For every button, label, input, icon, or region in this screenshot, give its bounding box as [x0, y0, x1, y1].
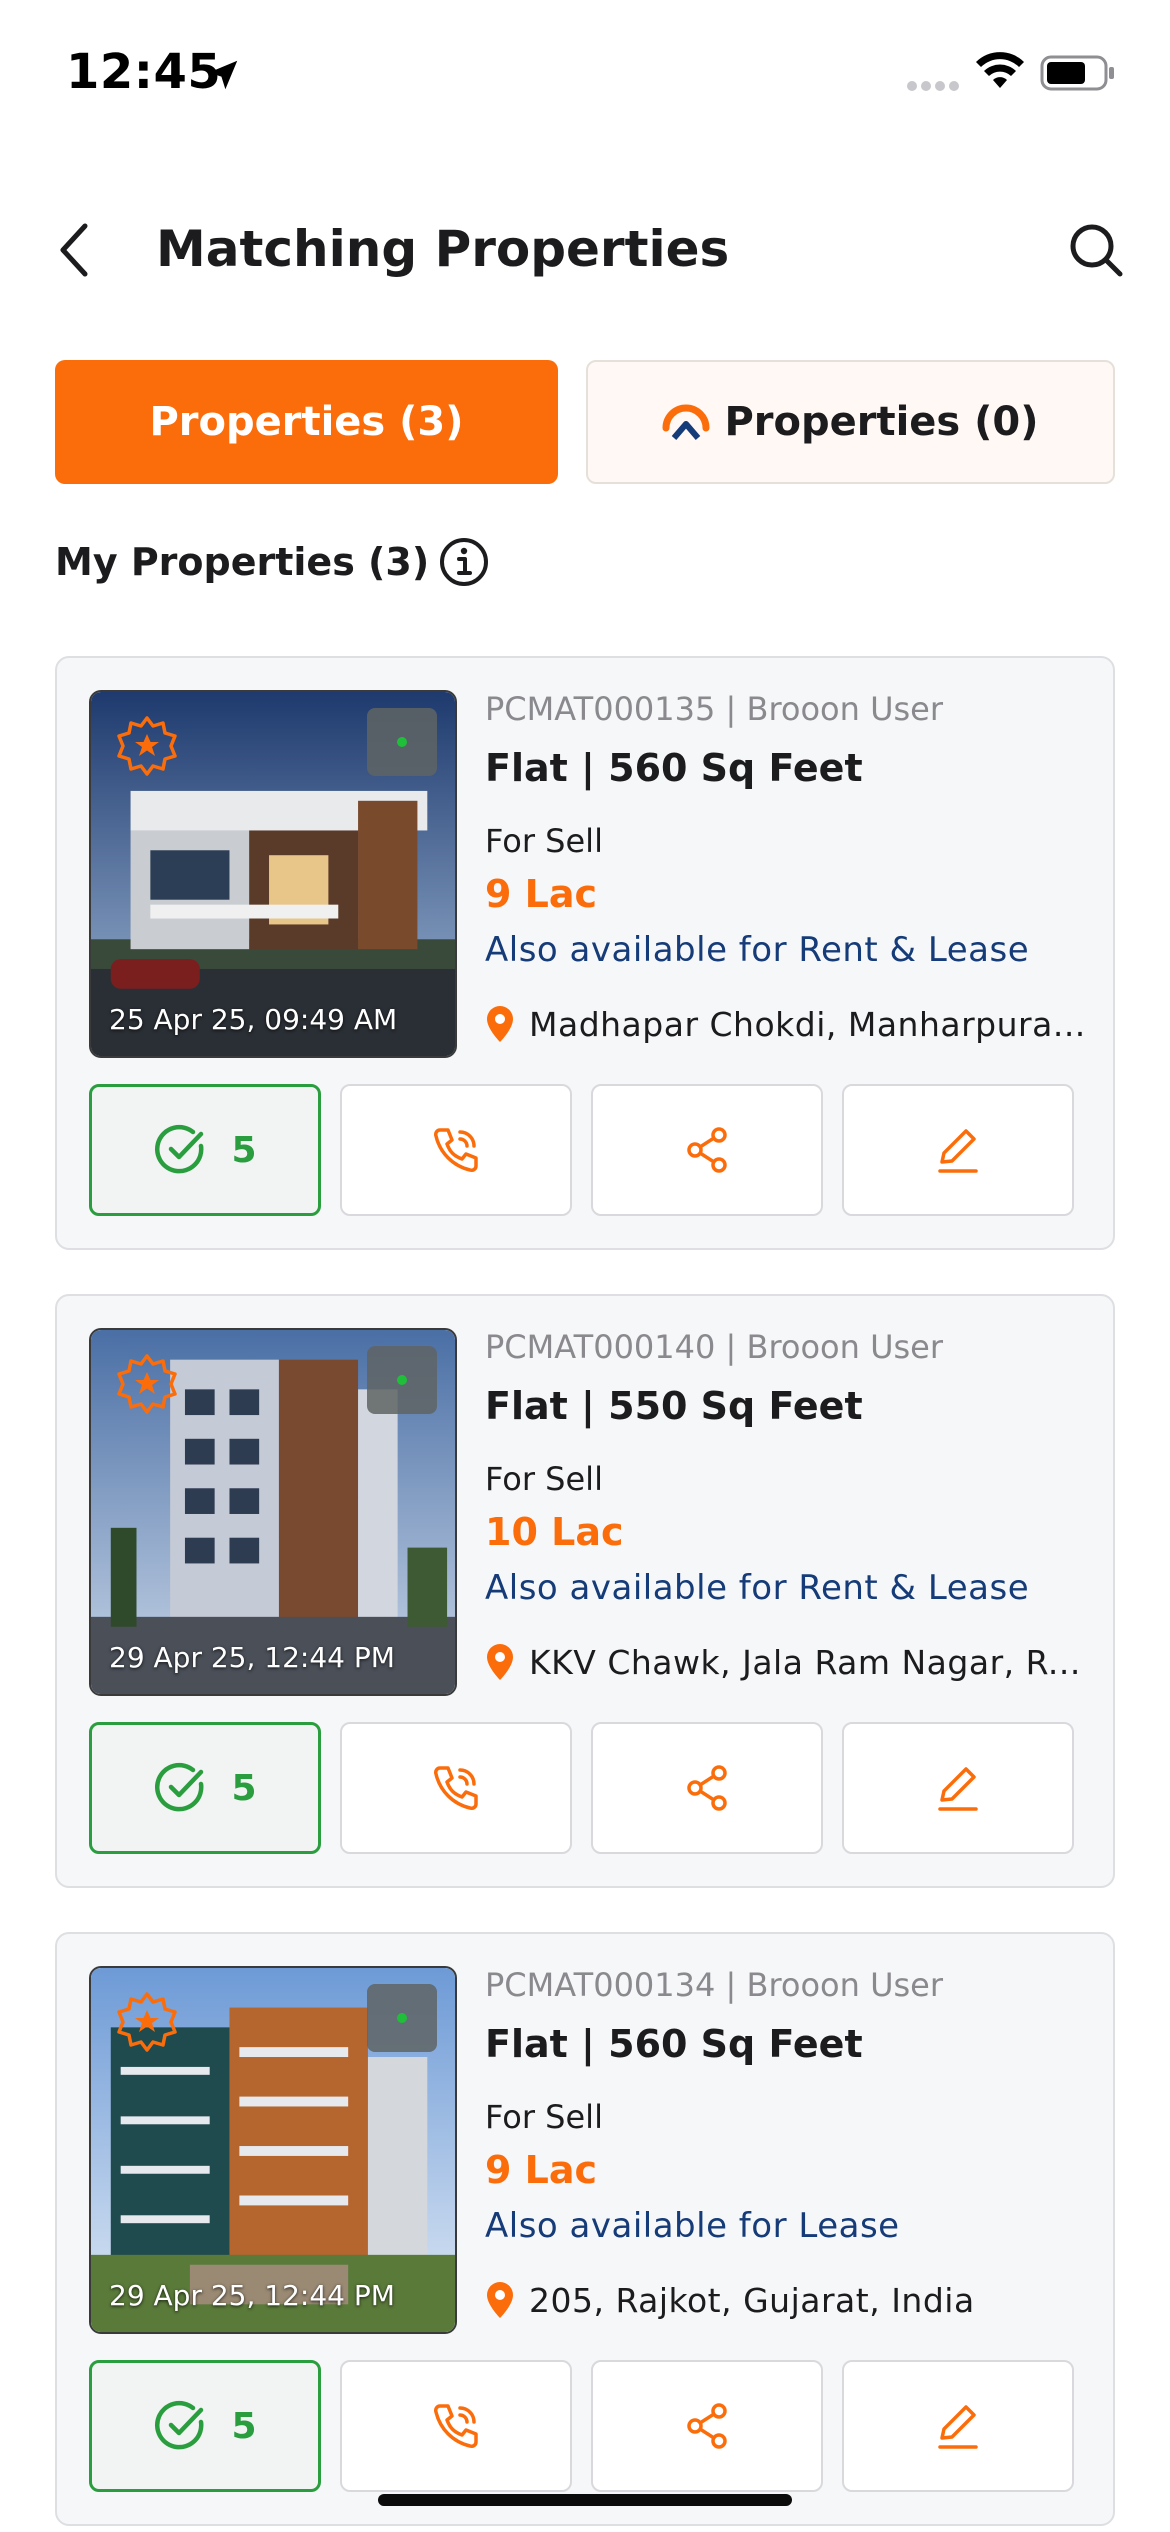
property-location: KKV Chawk, Jala Ram Nagar, R...	[485, 1640, 1095, 1684]
section-title: My Properties (3)	[55, 540, 430, 584]
home-indicator[interactable]	[378, 2494, 792, 2506]
tab-label: Properties (3)	[149, 399, 464, 445]
property-price: 9 Lac	[485, 872, 598, 916]
location-text: KKV Chawk, Jala Ram Nagar, R...	[529, 1642, 1081, 1682]
edit-pencil-icon	[938, 1767, 978, 1811]
posted-date: 29 Apr 25, 12:44 PM	[109, 2279, 395, 2312]
tab-brooon-properties[interactable]: Properties (0)	[586, 360, 1115, 484]
share-icon	[687, 2403, 727, 2449]
property-meta: PCMAT000135 | Brooon User	[485, 690, 944, 728]
phone-icon	[434, 1766, 478, 1810]
check-circle-icon	[155, 1762, 204, 1812]
cellular-signal-icon	[907, 81, 959, 91]
info-icon[interactable]	[438, 536, 490, 588]
property-title: Flat | 560 Sq Feet	[485, 2022, 863, 2066]
property-price: 10 Lac	[485, 1510, 624, 1554]
property-location: 205, Rajkot, Gujarat, India	[485, 2278, 1095, 2322]
property-card[interactable]: 29 Apr 25, 12:44 PM PCMAT000140 | Brooon…	[55, 1294, 1115, 1888]
share-icon	[687, 1127, 727, 1173]
property-availability: Also available for Rent & Lease	[485, 1568, 1030, 1608]
property-location: Madhapar Chokdi, Manharpura...	[485, 1002, 1095, 1046]
check-circle-icon	[155, 2400, 204, 2450]
share-button[interactable]	[591, 1722, 823, 1854]
brooon-logo-icon	[662, 404, 710, 440]
location-pin-icon	[487, 1644, 513, 1680]
status-time: 12:45	[66, 44, 222, 100]
property-purpose: For Sell	[485, 822, 603, 860]
edit-button[interactable]	[842, 1084, 1074, 1216]
edit-button[interactable]	[842, 2360, 1074, 2492]
search-icon	[1070, 224, 1123, 277]
battery-icon	[1040, 55, 1114, 91]
location-pin-icon	[487, 2282, 513, 2318]
page-title: Matching Properties	[156, 220, 730, 278]
matches-button[interactable]: 5	[89, 1084, 321, 1216]
share-icon	[687, 1765, 727, 1811]
location-pin-icon	[487, 1006, 513, 1042]
edit-button[interactable]	[842, 1722, 1074, 1854]
property-availability: Also available for Lease	[485, 2206, 900, 2246]
call-button[interactable]	[340, 2360, 572, 2492]
chevron-left-icon	[60, 223, 88, 277]
property-title: Flat | 560 Sq Feet	[485, 746, 863, 790]
tab-my-properties[interactable]: Properties (3)	[55, 360, 558, 484]
verified-badge-icon	[117, 1992, 177, 2052]
property-card[interactable]: 25 Apr 25, 09:49 AM PCMAT000135 | Brooon…	[55, 656, 1115, 1250]
call-button[interactable]	[340, 1722, 572, 1854]
property-price: 9 Lac	[485, 2148, 598, 2192]
edit-pencil-icon	[938, 2405, 978, 2449]
phone-icon	[434, 1128, 478, 1172]
location-text: Madhapar Chokdi, Manharpura...	[529, 1004, 1086, 1044]
property-card[interactable]: 29 Apr 25, 12:44 PM PCMAT000134 | Brooon…	[55, 1932, 1115, 2526]
property-meta: PCMAT000134 | Brooon User	[485, 1966, 944, 2004]
verified-badge-icon	[117, 1354, 177, 1414]
online-status-indicator	[367, 708, 437, 776]
call-button[interactable]	[340, 1084, 572, 1216]
match-count: 5	[231, 1767, 257, 1809]
match-count: 5	[231, 2405, 257, 2447]
online-status-indicator	[367, 1346, 437, 1414]
property-purpose: For Sell	[485, 2098, 603, 2136]
property-image[interactable]: 29 Apr 25, 12:44 PM	[89, 1966, 457, 2334]
property-purpose: For Sell	[485, 1460, 603, 1498]
location-text: 205, Rajkot, Gujarat, India	[529, 2280, 975, 2320]
matches-button[interactable]: 5	[89, 2360, 321, 2492]
property-availability: Also available for Rent & Lease	[485, 930, 1030, 970]
matches-button[interactable]: 5	[89, 1722, 321, 1854]
posted-date: 29 Apr 25, 12:44 PM	[109, 1641, 395, 1674]
tab-label: Properties (0)	[724, 399, 1039, 445]
property-title: Flat | 550 Sq Feet	[485, 1384, 863, 1428]
share-button[interactable]	[591, 2360, 823, 2492]
phone-icon	[434, 2404, 478, 2448]
location-arrow-icon	[208, 60, 238, 90]
status-bar: 12:45	[0, 0, 1170, 150]
property-image[interactable]: 25 Apr 25, 09:49 AM	[89, 690, 457, 1058]
match-count: 5	[231, 1129, 257, 1171]
wifi-icon	[976, 52, 1024, 88]
verified-badge-icon	[117, 716, 177, 776]
property-image[interactable]: 29 Apr 25, 12:44 PM	[89, 1328, 457, 1696]
search-button[interactable]	[1064, 218, 1128, 282]
back-button[interactable]	[46, 218, 102, 282]
property-meta: PCMAT000140 | Brooon User	[485, 1328, 944, 1366]
share-button[interactable]	[591, 1084, 823, 1216]
online-status-indicator	[367, 1984, 437, 2052]
posted-date: 25 Apr 25, 09:49 AM	[109, 1003, 398, 1036]
check-circle-icon	[155, 1124, 204, 1174]
edit-pencil-icon	[938, 1129, 978, 1173]
